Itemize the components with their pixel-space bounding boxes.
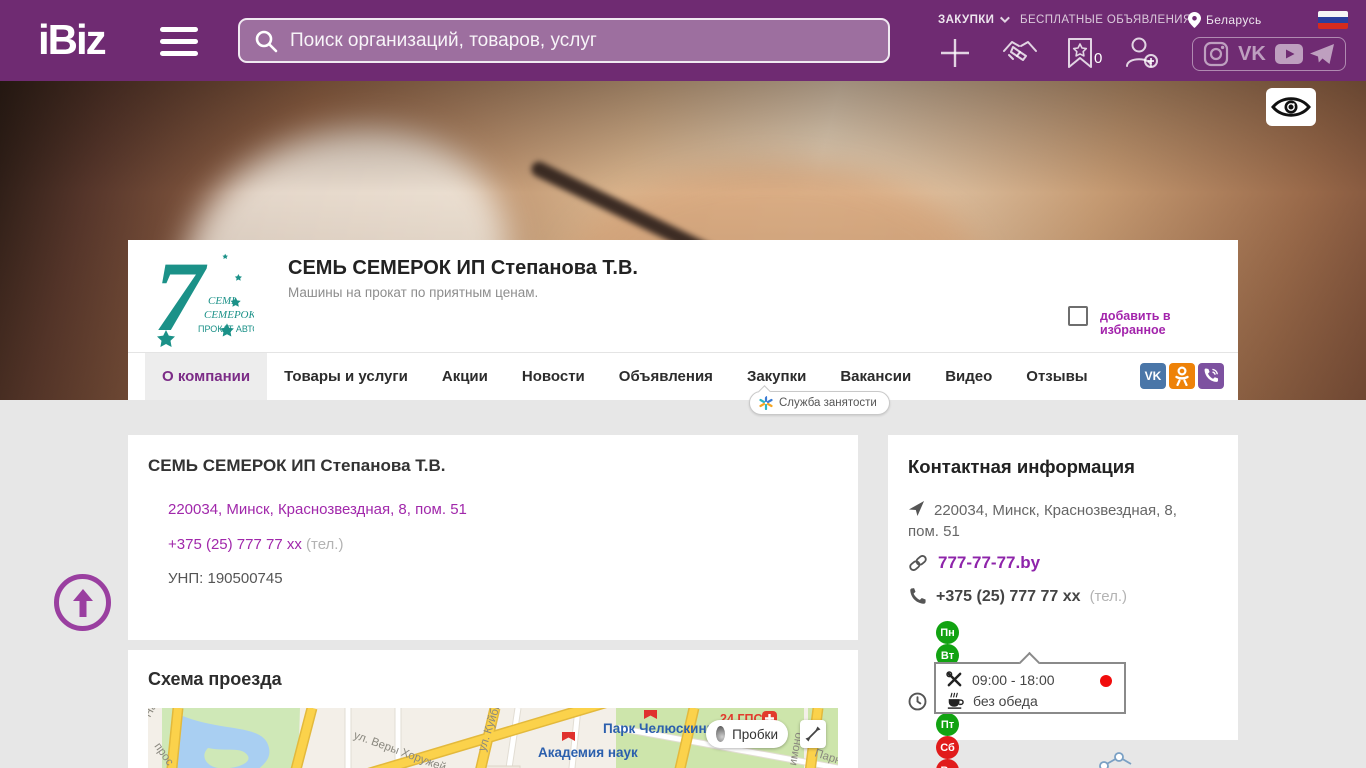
ok-icon: [1174, 366, 1190, 386]
contact-phone-note: (тел.): [1090, 588, 1127, 605]
tab-news[interactable]: Новости: [505, 353, 602, 400]
company-tabbar: О компании Товары и услуги Акции Новости…: [128, 352, 1238, 400]
svg-text:СЕМЕРОК,: СЕМЕРОК,: [204, 309, 254, 321]
map-heading: Схема проезда: [148, 669, 282, 690]
about-phone-note: (тел.): [306, 536, 343, 553]
svg-text:ПРОКАТ АВТО: ПРОКАТ АВТО: [198, 324, 254, 334]
vacancies-tooltip-text: Служба занятости: [779, 397, 877, 409]
about-phone-number[interactable]: +375 (25) 777 77 xx: [168, 536, 302, 553]
company-tagline: Машины на прокат по приятным ценам.: [288, 285, 538, 300]
contact-address: 220034, Минск, Краснозвездная, 8, пом. 5…: [908, 502, 1177, 540]
tab-promotions[interactable]: Акции: [425, 353, 505, 400]
traffic-label: Пробки: [732, 727, 778, 742]
map-card: Схема проезда: [128, 650, 858, 768]
route-share-icon-partial: [1097, 752, 1137, 768]
status-dot: [1100, 675, 1112, 687]
about-card: СЕМЬ СЕМЕРОК ИП Степанова Т.В. 220034, М…: [128, 435, 858, 640]
traffic-ball-icon: [716, 726, 725, 742]
site-logo[interactable]: iBiz: [38, 16, 105, 64]
contact-phone-row: +375 (25) 777 77 xx (тел.): [908, 587, 1127, 606]
nav-free-ads[interactable]: БЕСПЛАТНЫЕ ОБЪЯВЛЕНИЯ: [1020, 14, 1192, 26]
map-canvas[interactable]: Парк Челюскинце Академия наук 24 ГПС ул.…: [148, 708, 838, 768]
eye-icon: [1270, 94, 1312, 120]
day-chip-Сб[interactable]: Сб: [936, 736, 959, 759]
contact-phone-number[interactable]: +375 (25) 777 77 xx: [936, 588, 1081, 606]
search-icon: [254, 29, 278, 53]
ok-button[interactable]: [1169, 363, 1195, 389]
nav-location[interactable]: Беларусь: [1188, 12, 1262, 28]
viber-button[interactable]: [1198, 363, 1224, 389]
traffic-toggle-button[interactable]: Пробки: [706, 720, 788, 748]
company-card: 7 СЕМЬ СЕМЕРОК, ПРОКАТ АВТО СЕМЬ СЕМЕРОК…: [128, 240, 1238, 400]
language-flag-russian[interactable]: [1318, 11, 1348, 29]
contact-card: Контактная информация 220034, Минск, Кра…: [888, 435, 1238, 740]
arrow-up-icon: [69, 587, 97, 619]
location-pin-icon: [1188, 12, 1201, 28]
day-chip-Пн[interactable]: Пн: [936, 621, 959, 644]
main-header: iBiz ЗАКУПКИ БЕСПЛАТНЫЕ ОБЪЯВЛЕНИЯ Белар…: [0, 0, 1366, 81]
contact-address-row: 220034, Минск, Краснозвездная, 8, пом. 5…: [908, 500, 1208, 542]
svg-text:СЕМЬ: СЕМЬ: [208, 295, 238, 307]
navigation-arrow-icon: [908, 500, 925, 517]
favorite-label[interactable]: добавить в избранное: [1100, 309, 1238, 337]
user-add-icon[interactable]: [1124, 36, 1160, 70]
contact-website-link[interactable]: 777-77-77.by: [938, 553, 1040, 573]
tab-reviews[interactable]: Отзывы: [1009, 353, 1104, 400]
lunch-row: без обеда: [946, 692, 1038, 709]
hours-text: 09:00 - 18:00: [972, 672, 1055, 688]
company-social-buttons: VK: [1140, 363, 1224, 389]
views-eye-badge[interactable]: [1266, 88, 1316, 126]
tab-video[interactable]: Видео: [928, 353, 1009, 400]
search-input[interactable]: [290, 30, 874, 52]
working-hours-tooltip: 09:00 - 18:00 без обеда: [934, 662, 1126, 714]
lunch-text: без обеда: [973, 693, 1038, 709]
vk-button[interactable]: VK: [1140, 363, 1166, 389]
tab-ads[interactable]: Объявления: [602, 353, 730, 400]
hours-row: 09:00 - 18:00: [946, 671, 1055, 688]
tab-about[interactable]: О компании: [145, 353, 267, 400]
about-unp: УНП: 190500745: [168, 570, 283, 587]
hamburger-menu-icon[interactable]: [160, 27, 198, 57]
search-bar: [238, 18, 890, 63]
tooltip-pointer: [1019, 652, 1040, 673]
day-chip-Пт[interactable]: Пт: [936, 713, 959, 736]
favorite-checkbox[interactable]: [1068, 306, 1088, 326]
nav-zakupki[interactable]: ЗАКУПКИ: [938, 14, 1007, 26]
chevron-down-icon: [1000, 13, 1010, 23]
phone-icon: [908, 587, 927, 606]
bookmarks-count: 0: [1094, 50, 1102, 67]
about-phone[interactable]: +375 (25) 777 77 xx (тел.): [168, 536, 343, 553]
youtube-icon[interactable]: [1274, 43, 1304, 65]
expand-arrows-icon: [805, 726, 821, 742]
day-chip-Вс[interactable]: Вс: [936, 759, 959, 768]
vacancies-tooltip: Служба занятости: [749, 391, 890, 415]
coffee-cup-icon: [946, 692, 964, 709]
instagram-icon[interactable]: [1203, 41, 1229, 67]
contact-website-row: 777-77-77.by: [908, 553, 1040, 573]
vk-icon[interactable]: VK: [1234, 43, 1270, 65]
svg-text:VK: VK: [1238, 43, 1266, 65]
header-social-links: VK: [1192, 37, 1346, 71]
scroll-top-button[interactable]: [54, 574, 111, 631]
handshake-icon[interactable]: [1000, 38, 1040, 68]
viber-icon: [1202, 367, 1220, 385]
add-plus-icon[interactable]: [938, 36, 972, 70]
telegram-icon[interactable]: [1309, 42, 1335, 66]
company-title: СЕМЬ СЕМЕРОК ИП Степанова Т.В.: [288, 257, 638, 280]
link-icon: [908, 553, 928, 573]
company-logo: 7 СЕМЬ СЕМЕРОК, ПРОКАТ АВТО: [146, 246, 254, 354]
contact-heading: Контактная информация: [908, 456, 1135, 478]
employment-service-icon: [759, 396, 773, 410]
tab-products[interactable]: Товары и услуги: [267, 353, 425, 400]
tools-icon: [946, 671, 963, 688]
map-label-park: Парк Челюскинце: [603, 721, 723, 736]
map-expand-button[interactable]: [800, 720, 826, 748]
bookmark-star-icon[interactable]: [1066, 37, 1094, 69]
about-heading: СЕМЬ СЕМЕРОК ИП Степанова Т.В.: [148, 456, 445, 476]
clock-icon: [908, 692, 927, 711]
map-label-academy: Академия наук: [538, 745, 638, 760]
about-address-link[interactable]: 220034, Минск, Краснозвездная, 8, пом. 5…: [168, 501, 467, 518]
